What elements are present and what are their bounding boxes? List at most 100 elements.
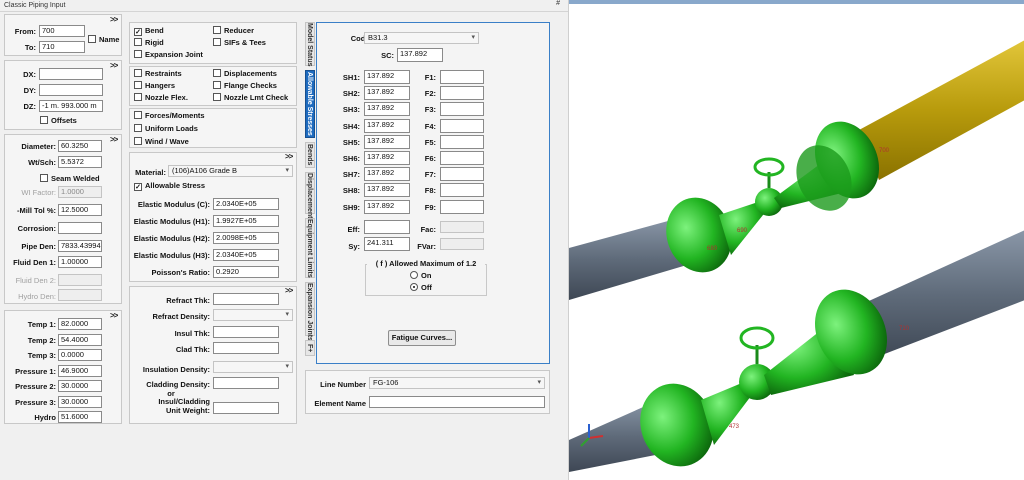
operating-input[interactable]: 46.9000 [58,364,102,377]
f-input[interactable] [440,183,484,198]
hangers-checkbox[interactable]: Hangers [134,81,175,91]
allowed-off-radio[interactable]: Off [410,283,432,292]
sh-input[interactable]: 137.892 [364,183,410,198]
dy-input[interactable] [39,84,103,96]
f-input[interactable] [440,199,484,214]
uniform-loads-checkbox[interactable]: Uniform Loads [134,124,198,134]
restraints-checkbox[interactable]: Restraints [134,69,182,79]
tab-f-[interactable]: F+ [305,340,315,356]
material-property-input[interactable]: 2.0340E+05 [213,198,279,210]
f-input[interactable] [440,134,484,149]
tab-allowable-stresses[interactable]: Allowable Stresses [305,70,315,138]
allowable-stress-checkbox[interactable]: ✓ Allowable Stress [134,181,205,191]
f-input[interactable] [440,86,484,101]
tab-bends[interactable]: Bends [305,142,315,168]
material-property-input[interactable]: 0.2920 [213,266,279,278]
sh-input[interactable]: 137.892 [364,134,410,149]
sh-input[interactable]: 137.892 [364,151,410,165]
wtsch-input[interactable]: 5.5372 [58,156,102,168]
name-checkbox[interactable]: Name [88,35,119,45]
expand-chevron-icon[interactable]: >> [110,311,118,320]
code-select[interactable]: B31.3 ▾ [364,32,479,44]
nozzle-limit-checkbox[interactable]: Nozzle Lmt Check [213,93,288,103]
element-name-input[interactable] [369,396,545,408]
window-title: Classic Piping Input [0,0,568,12]
forces-moments-checkbox[interactable]: Forces/Moments [134,111,205,121]
checkbox-icon [213,69,221,77]
material-property-input[interactable]: 1.9927E+05 [213,215,279,227]
checkbox-icon [134,38,142,46]
reducer-checkbox[interactable]: Reducer [213,26,254,36]
operating-input[interactable]: 30.0000 [58,380,102,392]
f-input[interactable] [440,151,484,165]
rigid-checkbox[interactable]: Rigid [134,38,164,48]
flange-checks-checkbox[interactable]: Flange Checks [213,81,277,91]
fluid-den1-input[interactable]: 1.00000 [58,256,102,268]
sifs-tees-checkbox[interactable]: SIFs & Tees [213,38,266,48]
expand-chevron-icon[interactable]: >> [110,15,118,24]
unit-weight-input[interactable] [213,402,279,414]
sy-input[interactable]: 241.311 [364,237,410,251]
refract-density-select[interactable]: ▾ [213,309,293,321]
tab-displacements[interactable]: Displacements [305,172,315,222]
clad-thk-input[interactable] [213,342,279,354]
from-node-input[interactable]: 700 [39,25,85,37]
code-value: B31.3 [368,33,388,42]
sh-input[interactable]: 137.892 [364,70,410,84]
fatigue-curves-button[interactable]: Fatigue Curves... [388,330,456,346]
material-select[interactable]: (106)A106 Grade B ▾ [168,165,293,177]
f-input[interactable] [440,70,484,84]
expand-chevron-icon[interactable]: >> [285,152,293,161]
sh-input[interactable]: 137.892 [364,102,410,117]
wind-wave-checkbox[interactable]: Wind / Wave [134,137,189,147]
bend-checkbox[interactable]: ✓ Bend [134,26,164,36]
model-3d-viewport[interactable]: 680 690 700 473 710 [568,0,1024,480]
f-input[interactable] [440,102,484,117]
sh-input[interactable]: 137.892 [364,167,410,182]
material-property-input[interactable]: 2.0098E+05 [213,232,279,244]
node-label-473: 473 [729,424,740,430]
offsets-checkbox[interactable]: Offsets [40,116,77,126]
nozzle-flex-checkbox[interactable]: Nozzle Flex. [134,93,188,103]
expand-chevron-icon[interactable]: >> [110,61,118,70]
sifs-tees-label: SIFs & Tees [224,38,266,47]
seam-welded-checkbox[interactable]: Seam Welded [40,174,100,184]
sh-input[interactable]: 137.892 [364,118,410,133]
f-input[interactable] [440,167,484,182]
sh-input[interactable]: 137.892 [364,86,410,101]
operating-input[interactable]: 54.4000 [58,333,102,346]
sh-input[interactable]: 137.892 [364,199,410,214]
checkbox-icon [134,69,142,77]
diameter-input[interactable]: 60.3250 [58,140,102,152]
sc-input[interactable]: 137.892 [397,48,443,62]
insul-thk-input[interactable] [213,326,279,338]
to-node-input[interactable]: 710 [39,41,85,53]
dx-input[interactable] [39,68,103,80]
material-property-input[interactable]: 2.0340E+05 [213,249,279,261]
displacements-checkbox[interactable]: Displacements [213,69,277,79]
allowed-on-radio[interactable]: On [410,271,431,280]
operating-input[interactable]: 0.0000 [58,349,102,361]
operating-input[interactable]: 51.6000 [58,411,102,423]
corrosion-input[interactable] [58,222,102,234]
insulation-density-select[interactable]: ▾ [213,361,293,373]
refract-thk-input[interactable] [213,293,279,305]
mill-tol-input[interactable]: 12.5000 [58,204,102,216]
pipe-den-input[interactable]: 7833.43994 [58,240,102,252]
operating-input[interactable]: 30.0000 [58,395,102,408]
expansion-joint-checkbox[interactable]: Expansion Joint [134,50,203,60]
eff-input[interactable] [364,220,410,234]
dz-input[interactable]: -1 m. 993.000 m [39,100,103,112]
line-number-label: Line Number [320,380,366,389]
line-number-select[interactable]: FG-106 ▾ [369,377,545,389]
f-input[interactable] [440,118,484,133]
tab-expansion-joints[interactable]: Expansion Joints [305,282,315,341]
expand-chevron-icon[interactable]: >> [110,135,118,144]
hydro-den-label: Hydro Den: [18,292,56,301]
pin-icon[interactable]: # [556,0,560,7]
expand-chevron-icon[interactable]: >> [285,286,293,295]
tab-model-status[interactable]: Model Status [305,22,315,67]
operating-input[interactable]: 82.0000 [58,318,102,330]
tab-equipment-limits[interactable]: Equipment Limits [305,218,315,278]
cladding-density-input[interactable] [213,377,279,389]
